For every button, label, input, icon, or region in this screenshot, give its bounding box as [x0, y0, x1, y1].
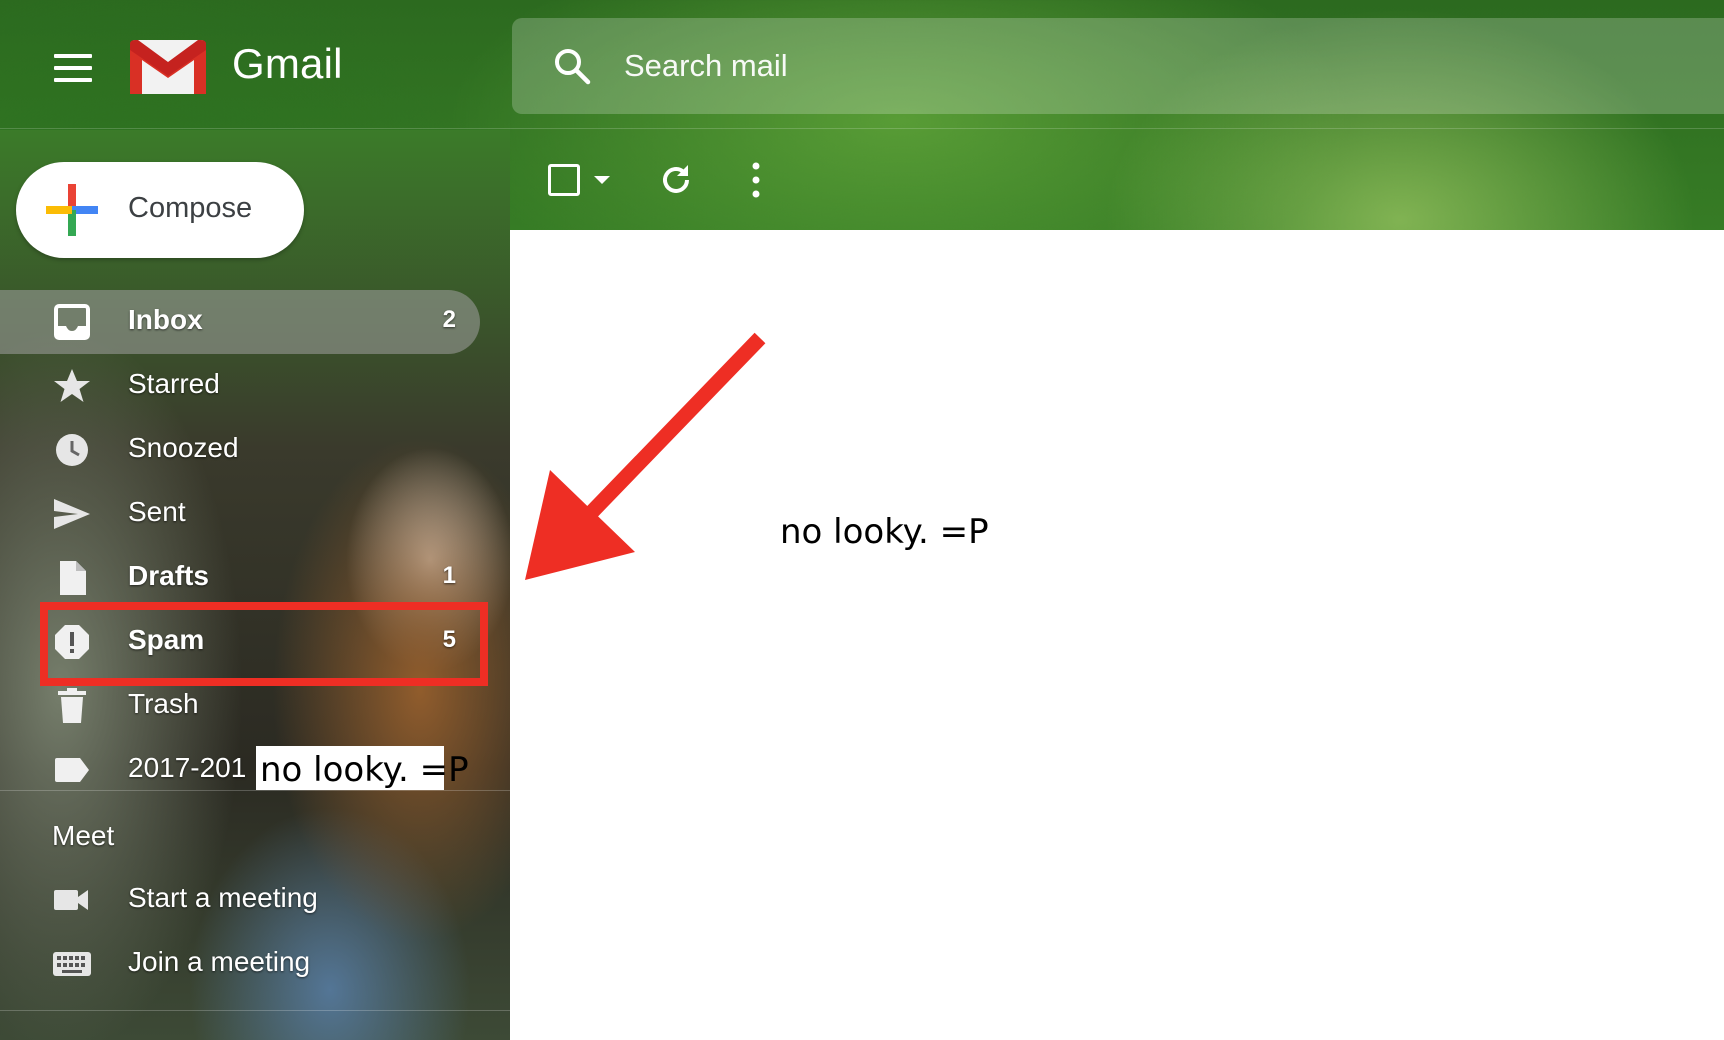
sidebar-item-label: Starred	[128, 368, 220, 399]
redaction-text: no looky. =P	[260, 750, 469, 790]
sidebar-nav: Inbox 2 Starred Snoozed Sent Drafts 1 Sp…	[0, 290, 480, 802]
meet-item-start[interactable]: Start a meeting	[0, 868, 480, 932]
meet-heading: Meet	[52, 820, 115, 851]
hamburger-icon-line	[54, 78, 92, 82]
section-divider	[0, 790, 510, 791]
sidebar-item-label: 2017-201	[128, 752, 247, 783]
more-vert-icon[interactable]	[750, 160, 762, 200]
plus-icon	[46, 184, 98, 236]
sidebar-item-snoozed[interactable]: Snoozed	[0, 418, 480, 482]
clock-icon	[56, 434, 88, 466]
chevron-down-icon[interactable]	[594, 176, 610, 184]
star-icon	[54, 369, 90, 402]
draft-count: 1	[442, 562, 456, 589]
sidebar-item-drafts[interactable]: Drafts 1	[0, 546, 480, 610]
refresh-icon[interactable]	[658, 162, 694, 198]
sidebar-item-starred[interactable]: Starred	[0, 354, 480, 418]
label-icon	[55, 758, 89, 782]
list-toolbar	[510, 150, 810, 210]
draft-icon	[60, 561, 86, 595]
sidebar-item-label: Inbox	[128, 304, 203, 335]
search-input[interactable]	[624, 44, 1524, 88]
unread-count: 2	[442, 306, 456, 333]
meet-item-label: Start a meeting	[128, 882, 318, 913]
hamburger-icon	[54, 54, 92, 58]
sidebar-item-inbox[interactable]: Inbox 2	[0, 290, 480, 354]
gmail-logo-icon[interactable]	[130, 38, 206, 94]
hamburger-icon-line	[54, 66, 92, 70]
annotation-arrow-icon	[525, 332, 766, 580]
keyboard-icon	[53, 952, 91, 976]
topbar-divider	[0, 128, 1724, 129]
inbox-icon	[54, 304, 90, 340]
meet-item-label: Join a meeting	[128, 946, 311, 977]
redaction-overlay: no looky. =P	[256, 746, 469, 790]
redaction-text: no looky. =P	[780, 512, 989, 552]
section-divider	[0, 1010, 510, 1011]
meet-nav: Start a meeting Join a meeting	[0, 868, 480, 996]
main-menu-button[interactable]	[48, 48, 98, 88]
trash-icon	[58, 688, 86, 723]
sidebar-item-label: Sent	[128, 496, 186, 527]
send-icon	[54, 499, 90, 529]
select-all-checkbox[interactable]	[548, 164, 580, 196]
meet-item-join[interactable]: Join a meeting	[0, 932, 480, 996]
sidebar-item-label: Snoozed	[128, 432, 239, 463]
video-icon	[54, 890, 88, 910]
sidebar-item-sent[interactable]: Sent	[0, 482, 480, 546]
compose-label: Compose	[128, 192, 253, 224]
annotation-highlight-box	[40, 602, 488, 686]
sidebar-item-label: Trash	[128, 688, 199, 719]
search-bar[interactable]	[512, 18, 1724, 114]
search-icon[interactable]	[552, 46, 592, 86]
compose-button[interactable]: Compose	[16, 162, 304, 258]
sidebar-item-label: Drafts	[128, 560, 209, 591]
gmail-wordmark: Gmail	[232, 40, 343, 87]
